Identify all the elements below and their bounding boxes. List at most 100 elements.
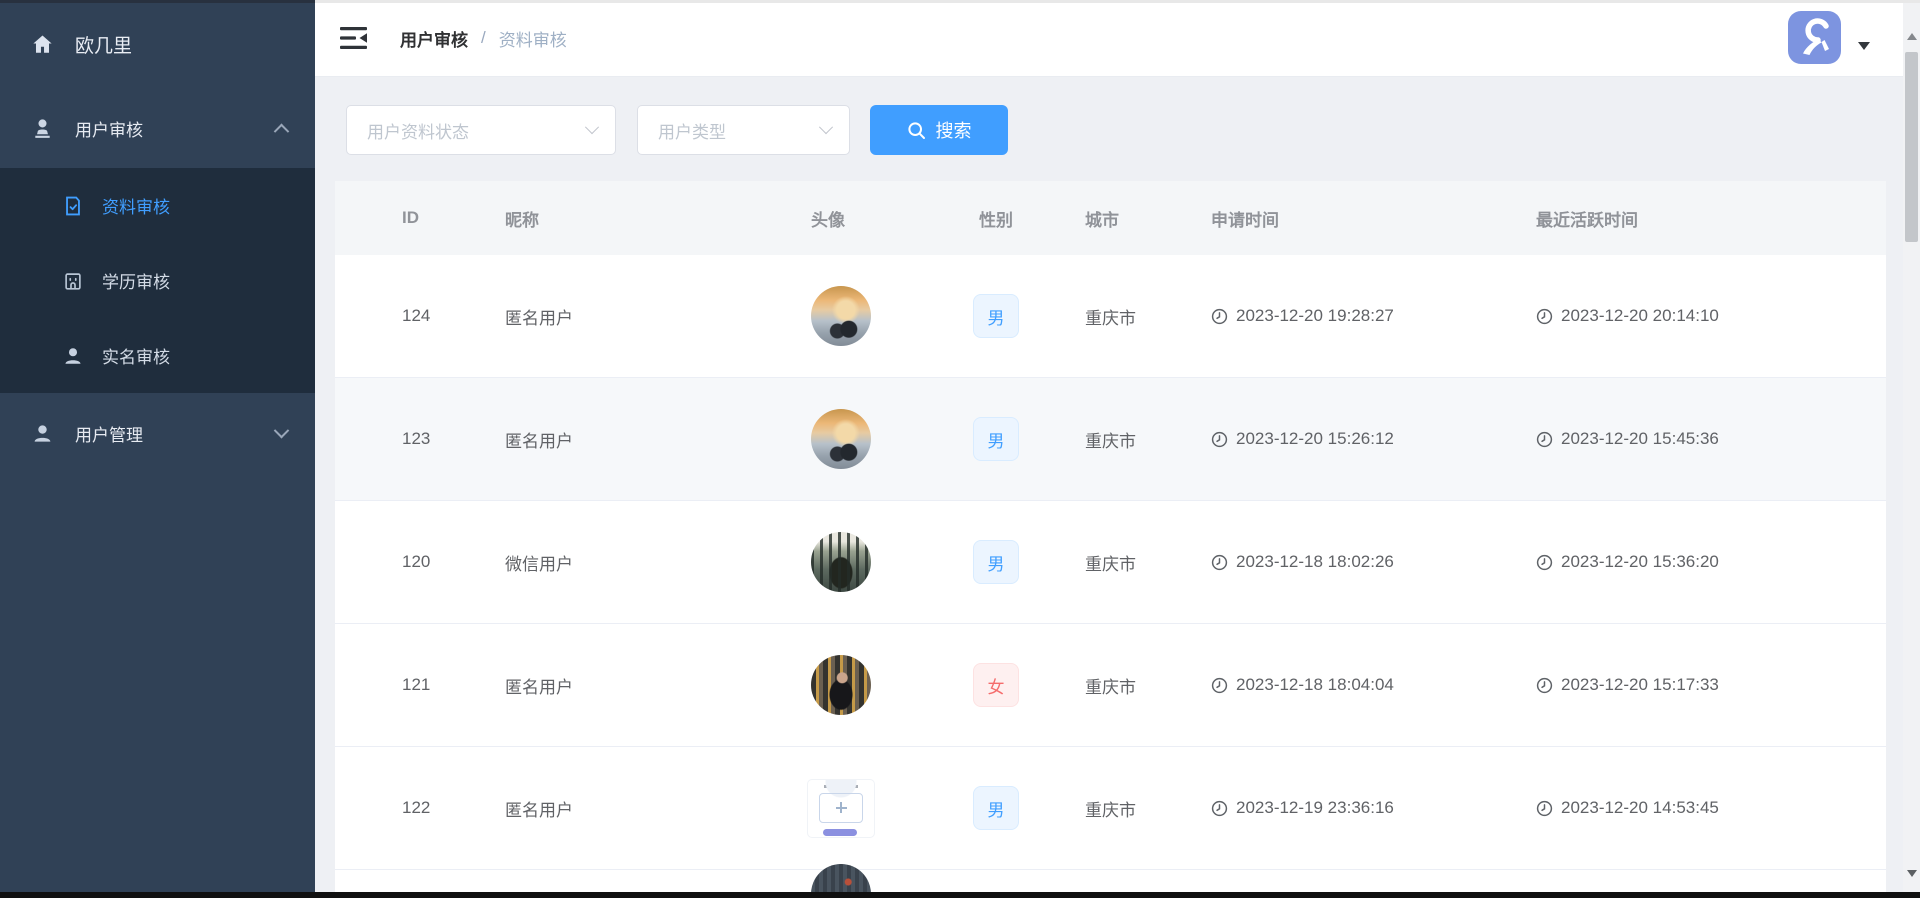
chevron-down-icon — [585, 120, 599, 134]
row-avatar-image — [811, 864, 871, 892]
cell-id: 123 — [335, 429, 485, 449]
clock-icon — [1536, 554, 1553, 571]
cell-city: 重庆市 — [1061, 673, 1186, 698]
sidebar-item-label: 资料审核 — [102, 193, 170, 218]
sidebar-item-user-manage[interactable]: 用户管理 — [0, 393, 315, 473]
cell-active-time: 2023-12-20 14:53:45 — [1561, 798, 1719, 818]
cell-apply-time: 2023-12-20 19:28:27 — [1236, 306, 1394, 326]
cell-city: 重庆市 — [1061, 550, 1186, 575]
column-header-gender: 性别 — [931, 206, 1061, 231]
cell-id: 122 — [335, 798, 485, 818]
sidebar-item-label: 实名审核 — [102, 343, 170, 368]
table-row — [335, 870, 1886, 892]
cell-id: 121 — [335, 675, 485, 695]
table-row: 123 匿名用户 男 重庆市 2023-12-20 15:26:12 2023-… — [335, 378, 1886, 501]
sidebar-item-label: 学历审核 — [102, 268, 170, 293]
gender-badge: 男 — [973, 540, 1019, 584]
audit-table: ID 昵称 头像 性别 城市 申请时间 最近活跃时间 124 匿名用户 男 重庆… — [335, 181, 1886, 892]
clock-icon — [1211, 800, 1228, 817]
home-icon — [31, 33, 54, 56]
cell-id: 120 — [335, 552, 485, 572]
scrollbar-thumb[interactable] — [1905, 52, 1918, 242]
sidebar-collapse-icon[interactable] — [340, 25, 368, 51]
breadcrumb: 用户审核 / 资料审核 — [400, 0, 567, 76]
row-avatar-image — [811, 409, 871, 469]
column-header-avatar: 头像 — [751, 206, 931, 231]
cell-active-time: 2023-12-20 15:36:20 — [1561, 552, 1719, 572]
document-check-icon — [62, 195, 84, 217]
breadcrumb-item-user-audit[interactable]: 用户审核 — [400, 26, 468, 51]
cell-nickname: 匿名用户 — [485, 304, 751, 329]
clock-icon — [1536, 677, 1553, 694]
sidebar-item-label: 用户管理 — [75, 421, 143, 446]
vertical-scrollbar[interactable] — [1903, 0, 1920, 892]
profile-status-select[interactable]: 用户资料状态 — [346, 105, 616, 155]
search-icon — [907, 121, 926, 140]
cell-active-time: 2023-12-20 15:45:36 — [1561, 429, 1719, 449]
avatar-dropdown-caret-icon[interactable] — [1858, 42, 1870, 50]
sidebar-item-realname-audit[interactable]: 实名审核 — [0, 318, 315, 393]
sidebar-item-user-audit[interactable]: 用户审核 — [0, 88, 315, 168]
table-row: 122 匿名用户 男 重庆市 2023-12-19 23:36:16 2023-… — [335, 747, 1886, 870]
cell-apply-time: 2023-12-20 15:26:12 — [1236, 429, 1394, 449]
cell-active-time: 2023-12-20 20:14:10 — [1561, 306, 1719, 326]
row-avatar-image — [811, 532, 871, 592]
clock-icon — [1211, 554, 1228, 571]
scrollbar-up-arrow[interactable] — [1903, 28, 1920, 45]
chevron-down-icon — [274, 422, 290, 438]
scrollbar-down-arrow[interactable] — [1903, 865, 1920, 882]
search-button[interactable]: 搜索 — [870, 105, 1008, 155]
row-avatar-image — [811, 655, 871, 715]
topbar: 用户审核 / 资料审核 — [315, 0, 1903, 77]
cell-nickname: 匿名用户 — [485, 427, 751, 452]
gender-badge: 男 — [973, 786, 1019, 830]
clock-icon — [1536, 308, 1553, 325]
row-avatar-image — [808, 780, 874, 837]
clock-icon — [1211, 308, 1228, 325]
gender-badge: 男 — [973, 294, 1019, 338]
sidebar-item-education-audit[interactable]: 学历审核 — [0, 243, 315, 318]
window-top-edge-dark — [0, 0, 315, 3]
sidebar-item-label: 用户审核 — [75, 116, 143, 141]
window-top-edge-light — [315, 0, 1920, 3]
column-header-nickname: 昵称 — [485, 206, 751, 231]
cell-apply-time: 2023-12-18 18:04:04 — [1236, 675, 1394, 695]
school-building-icon — [62, 270, 84, 292]
cell-active-time: 2023-12-20 15:17:33 — [1561, 675, 1719, 695]
select-placeholder: 用户资料状态 — [367, 118, 469, 143]
cell-city: 重庆市 — [1061, 427, 1186, 452]
sidebar-item-profile-audit[interactable]: 资料审核 — [0, 168, 315, 243]
row-avatar-image — [811, 286, 871, 346]
column-header-city: 城市 — [1061, 206, 1186, 231]
clock-icon — [1536, 800, 1553, 817]
chevron-up-icon — [274, 123, 290, 139]
user-manage-icon — [31, 422, 54, 445]
clock-icon — [1211, 431, 1228, 448]
breadcrumb-item-profile-audit: 资料审核 — [499, 26, 567, 51]
clock-icon — [1536, 431, 1553, 448]
cell-nickname: 匿名用户 — [485, 796, 751, 821]
column-header-apply-time: 申请时间 — [1186, 206, 1516, 231]
user-audit-icon — [31, 117, 54, 140]
gender-badge: 男 — [973, 417, 1019, 461]
cell-city: 重庆市 — [1061, 304, 1186, 329]
brand-label: 欧几里 — [75, 31, 132, 58]
table-row: 124 匿名用户 男 重庆市 2023-12-20 19:28:27 2023-… — [335, 255, 1886, 378]
chevron-down-icon — [819, 120, 833, 134]
person-icon — [62, 345, 84, 367]
breadcrumb-separator: / — [481, 28, 486, 48]
cell-nickname: 微信用户 — [485, 550, 751, 575]
cell-city: 重庆市 — [1061, 796, 1186, 821]
window-bottom-edge — [0, 892, 1920, 898]
sidebar: 欧几里 用户审核 资料审核 学历审核 实名审核 — [0, 0, 315, 892]
user-type-select[interactable]: 用户类型 — [637, 105, 850, 155]
column-header-id: ID — [335, 208, 485, 228]
user-avatar[interactable] — [1788, 11, 1841, 64]
table-header-row: ID 昵称 头像 性别 城市 申请时间 最近活跃时间 — [335, 181, 1886, 255]
sidebar-brand[interactable]: 欧几里 — [0, 0, 315, 88]
clock-icon — [1211, 677, 1228, 694]
cell-apply-time: 2023-12-19 23:36:16 — [1236, 798, 1394, 818]
gender-badge: 女 — [973, 663, 1019, 707]
cell-apply-time: 2023-12-18 18:02:26 — [1236, 552, 1394, 572]
sidebar-submenu-user-audit: 资料审核 学历审核 实名审核 — [0, 168, 315, 393]
